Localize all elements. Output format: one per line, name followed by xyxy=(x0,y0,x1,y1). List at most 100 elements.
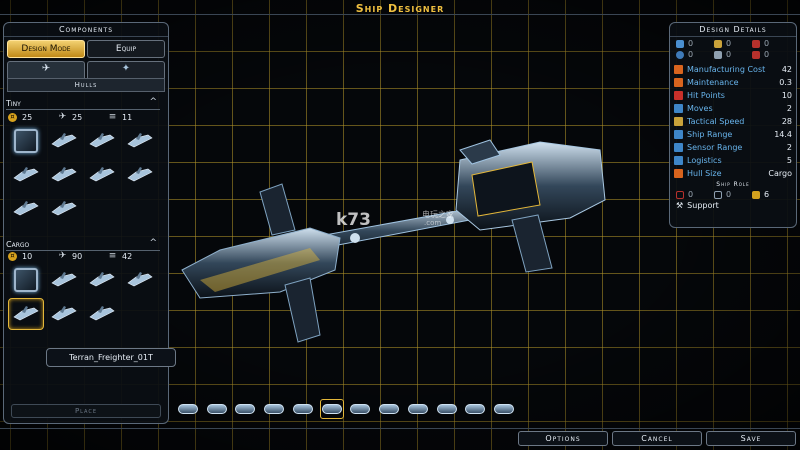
stat-row: Moves 2 xyxy=(674,102,792,115)
tiny-hull-4[interactable] xyxy=(122,125,158,157)
save-button[interactable]: Save xyxy=(706,431,796,446)
resource-1: 0 xyxy=(676,39,714,48)
stat-row: Maintenance 0.3 xyxy=(674,76,792,89)
collapse-up-icon[interactable]: ^ xyxy=(149,97,157,107)
role-attack: 0 xyxy=(676,190,714,199)
ship-hull-icon xyxy=(127,167,153,182)
hull-tooltip: Terran_Freighter_01T xyxy=(46,348,176,367)
tiny-hull-3[interactable] xyxy=(84,125,120,157)
stat-row: Tactical Speed 28 xyxy=(674,115,792,128)
design-mode-button[interactable]: Design Mode xyxy=(7,40,85,58)
cargo-hull-4[interactable] xyxy=(122,264,158,296)
part-5[interactable] xyxy=(291,399,315,419)
stat-icon xyxy=(674,104,683,113)
cargo-hull-1[interactable] xyxy=(8,264,44,296)
ship-hull-icon xyxy=(51,133,77,148)
tiny-size-value: 25 xyxy=(72,113,83,122)
resource-1-value: 0 xyxy=(688,39,694,48)
cargo-section-header[interactable]: Cargo ^ xyxy=(6,238,160,251)
resource-3-value: 0 xyxy=(764,39,770,48)
ship-part-icon xyxy=(379,404,400,414)
weapon-resource-icon xyxy=(676,39,684,48)
ship-part-icon xyxy=(465,404,486,414)
part-6[interactable] xyxy=(319,399,344,419)
ship-role-name: Support xyxy=(687,201,719,210)
resource-5: 0 xyxy=(714,50,752,59)
ship-hull-icon xyxy=(127,272,153,287)
stat-row: Sensor Range 2 xyxy=(674,141,792,154)
part-9[interactable] xyxy=(406,399,430,419)
ship-part-icon xyxy=(407,404,428,414)
collapse-up-icon[interactable]: ^ xyxy=(149,238,157,248)
tiny-stat-credits: ¤ 25 xyxy=(8,112,58,123)
ship-model[interactable] xyxy=(160,120,640,370)
part-2[interactable] xyxy=(205,399,229,419)
part-12[interactable] xyxy=(492,399,516,419)
ship-role-header: Ship Role xyxy=(716,181,750,188)
armor-resource-icon xyxy=(752,50,760,59)
cargo-stat-size: ✈ 90 xyxy=(58,251,108,262)
cargo-hull-5[interactable] xyxy=(8,298,44,330)
tiny-hull-6[interactable] xyxy=(46,159,82,191)
ship-part-icon xyxy=(292,404,313,414)
place-button[interactable]: Place xyxy=(11,404,161,418)
stat-value: 5 xyxy=(786,156,792,165)
stat-value: 14.4 xyxy=(774,130,792,139)
design-stats-list: Manufacturing Cost 42 Maintenance 0.3 Hit Po… xyxy=(674,63,792,180)
tiny-hull-8[interactable] xyxy=(122,159,158,191)
tiny-hull-1[interactable] xyxy=(8,125,44,157)
cargo-stats: ¤ 10 ✈ 90 ≡ 42 xyxy=(8,251,158,262)
cargo-hull-6[interactable] xyxy=(46,298,82,330)
tiny-hull-9[interactable] xyxy=(8,193,44,225)
cargo-hull-2[interactable] xyxy=(46,264,82,296)
ship-hull-icon xyxy=(13,201,39,216)
stat-icon xyxy=(674,91,683,100)
tiny-hull-10[interactable] xyxy=(46,193,82,225)
equip-button[interactable]: Equip xyxy=(87,40,165,58)
ship-hull-icon xyxy=(89,272,115,287)
part-7[interactable] xyxy=(349,399,373,419)
stat-label: Sensor Range xyxy=(687,143,743,152)
cargo-hull-grid xyxy=(8,264,158,330)
resource-5-value: 0 xyxy=(726,50,732,59)
role-support-value: 6 xyxy=(764,190,770,199)
stat-row: Manufacturing Cost 42 xyxy=(674,63,792,76)
bottom-frame-line xyxy=(0,428,800,429)
tiny-hull-5[interactable] xyxy=(8,159,44,191)
role-support: 6 xyxy=(752,190,790,199)
part-11[interactable] xyxy=(464,399,488,419)
stat-label: Maintenance xyxy=(687,78,739,87)
stat-label: Moves xyxy=(687,104,713,113)
tab-parts[interactable]: ✦ xyxy=(87,61,165,78)
watermark-url: .com xyxy=(424,219,442,227)
stat-row: Logistics 5 xyxy=(674,154,792,167)
part-8[interactable] xyxy=(377,399,401,419)
part-10[interactable] xyxy=(435,399,459,419)
tiny-hull-2[interactable] xyxy=(46,125,82,157)
ship-hull-icon xyxy=(51,167,77,182)
parts-toolbar xyxy=(176,396,516,422)
cargo-stat-modules: ≡ 42 xyxy=(108,251,158,262)
ship-hull-tab-icon: ✈ xyxy=(41,63,51,74)
tab-hulls[interactable]: ✈ xyxy=(7,61,85,78)
hull-crate-icon xyxy=(14,268,38,292)
options-button[interactable]: Options xyxy=(518,431,608,446)
tiny-section-header[interactable]: Tiny ^ xyxy=(6,97,160,110)
module-icon: ≡ xyxy=(108,112,117,122)
part-1[interactable] xyxy=(176,399,200,419)
ship-size-icon: ✈ xyxy=(58,251,67,261)
stat-value: 10 xyxy=(781,91,792,100)
screen-title: Ship Designer xyxy=(355,2,445,15)
cargo-credit-value: 10 xyxy=(22,252,33,261)
part-4[interactable] xyxy=(262,399,286,419)
stat-icon xyxy=(674,117,683,126)
tiny-section-title: Tiny xyxy=(6,99,21,108)
cargo-hull-3[interactable] xyxy=(84,264,120,296)
ship-hull-icon xyxy=(13,167,39,182)
stat-label: Logistics xyxy=(687,156,722,165)
cargo-hull-7[interactable] xyxy=(84,298,120,330)
ship-role-row: 0 0 6 xyxy=(670,188,796,199)
tiny-hull-7[interactable] xyxy=(84,159,120,191)
cancel-button[interactable]: Cancel xyxy=(612,431,702,446)
part-3[interactable] xyxy=(234,399,258,419)
